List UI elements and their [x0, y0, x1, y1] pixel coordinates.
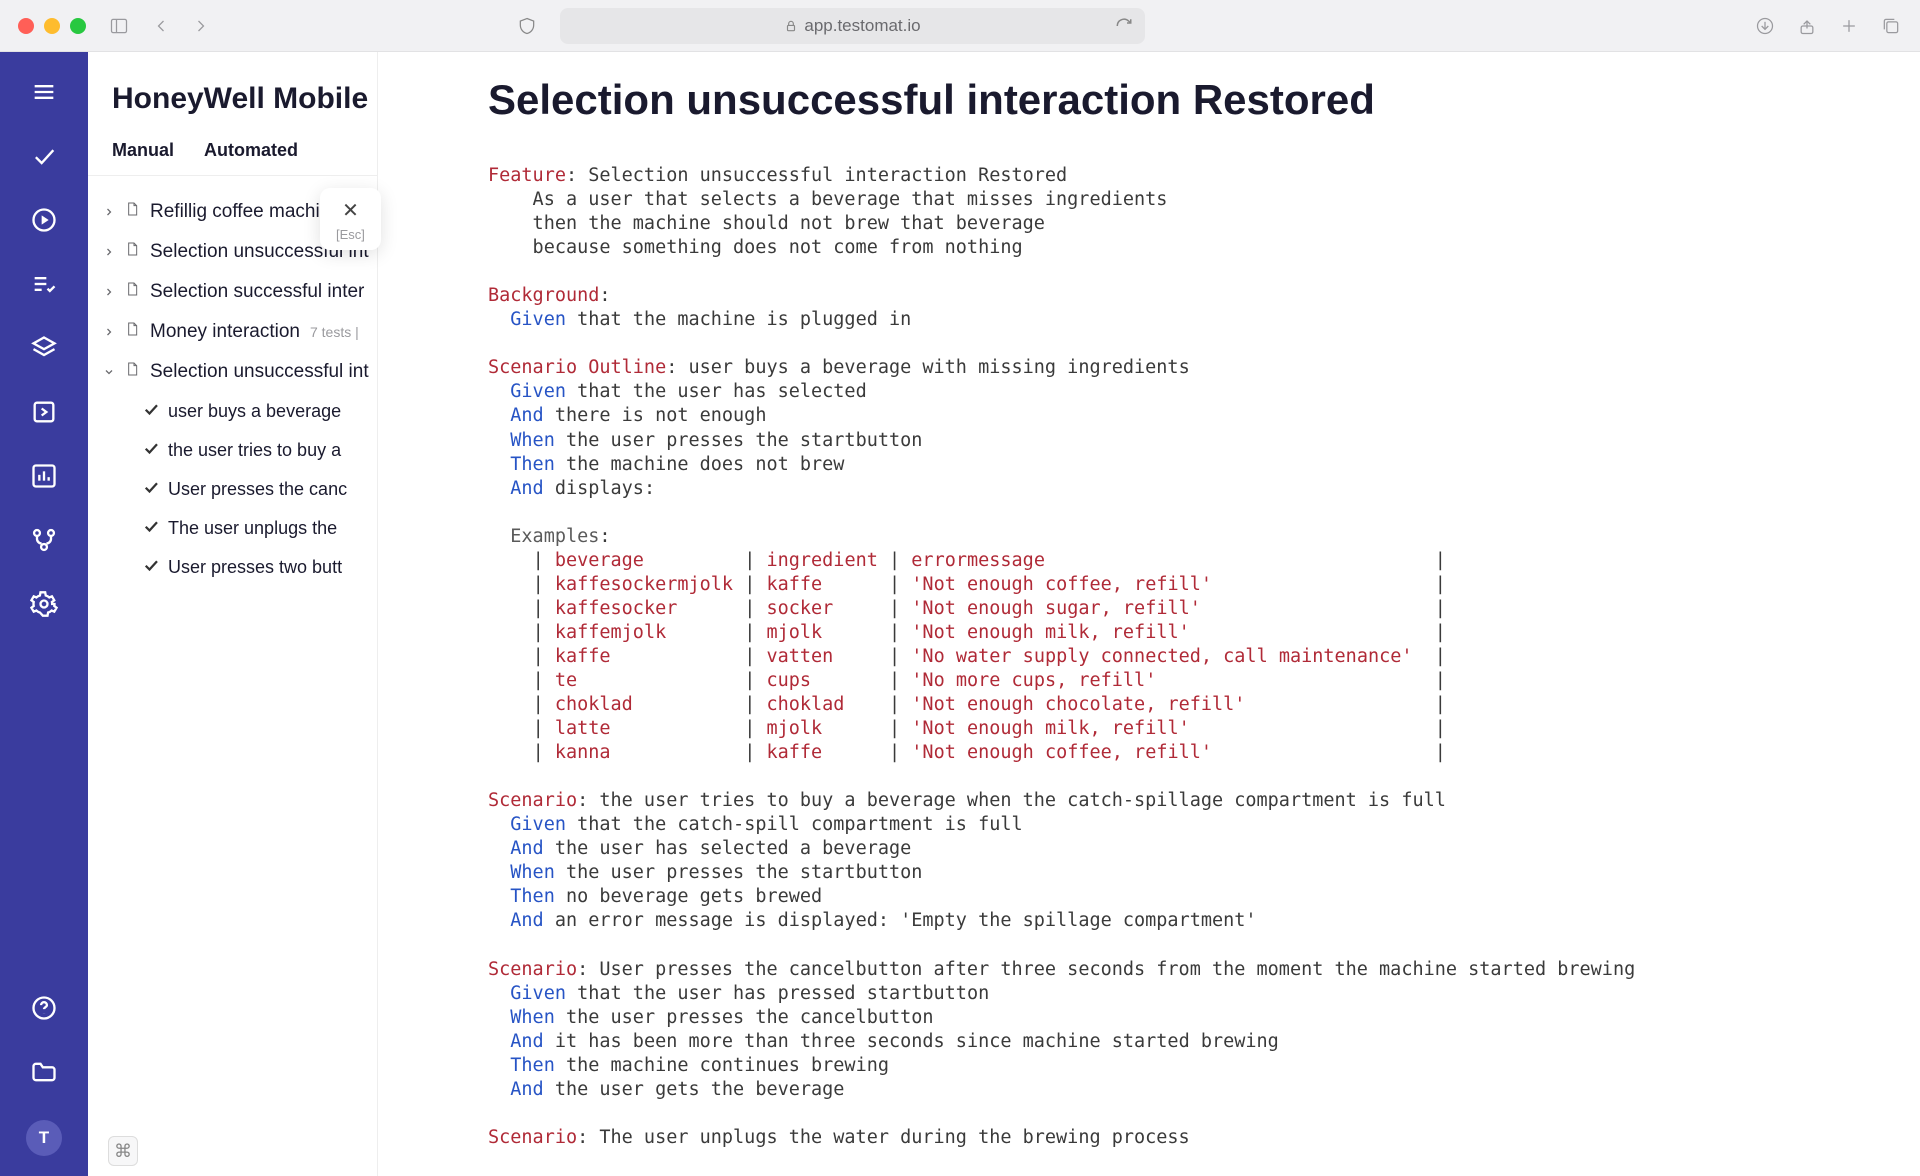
close-hint[interactable]: ✕ [Esc]: [320, 188, 381, 250]
suite-item-expanded[interactable]: Selection unsuccessful int: [102, 352, 377, 392]
play-icon[interactable]: [28, 204, 60, 236]
page-title: Selection unsuccessful interaction Resto…: [488, 76, 1920, 124]
menu-icon[interactable]: [28, 76, 60, 108]
minimize-window-icon[interactable]: [44, 18, 60, 34]
branch-icon[interactable]: [28, 524, 60, 556]
sidebar-toggle-icon[interactable]: [108, 15, 130, 37]
back-icon[interactable]: [150, 15, 172, 37]
suite-item[interactable]: Money interaction7 tests |: [102, 312, 377, 352]
command-key-icon[interactable]: ⌘: [108, 1136, 138, 1166]
test-item[interactable]: User presses the canc: [142, 470, 377, 509]
folder-icon[interactable]: [28, 1056, 60, 1088]
privacy-shield-icon[interactable]: [516, 15, 538, 37]
downloads-icon[interactable]: [1754, 15, 1776, 37]
address-text: app.testomat.io: [804, 16, 920, 36]
check-icon[interactable]: [28, 140, 60, 172]
list-check-icon[interactable]: [28, 268, 60, 300]
project-title: HoneyWell Mobile: [88, 52, 377, 130]
help-icon[interactable]: [28, 992, 60, 1024]
user-avatar[interactable]: T: [26, 1120, 62, 1156]
test-item[interactable]: User presses two butt: [142, 548, 377, 587]
import-icon[interactable]: [28, 396, 60, 428]
gherkin-source: Feature: Selection unsuccessful interact…: [488, 164, 1920, 1150]
forward-icon[interactable]: [190, 15, 212, 37]
lock-icon: [784, 19, 798, 33]
esc-label: [Esc]: [336, 227, 365, 242]
address-bar[interactable]: app.testomat.io: [560, 8, 1145, 44]
window-controls: [18, 18, 86, 34]
new-tab-icon[interactable]: [1838, 15, 1860, 37]
main-content: Selection unsuccessful interaction Resto…: [378, 52, 1920, 1176]
test-item[interactable]: user buys a beverage: [142, 392, 377, 431]
reload-icon[interactable]: [1115, 17, 1133, 35]
tabs-overview-icon[interactable]: [1880, 15, 1902, 37]
suite-item[interactable]: Selection successful inter: [102, 272, 377, 312]
share-icon[interactable]: [1796, 15, 1818, 37]
maximize-window-icon[interactable]: [70, 18, 86, 34]
nav-rail: T: [0, 52, 88, 1176]
settings-icon[interactable]: [28, 588, 60, 620]
layers-icon[interactable]: [28, 332, 60, 364]
test-item[interactable]: the user tries to buy a: [142, 431, 377, 470]
tab-automated[interactable]: Automated: [204, 140, 298, 175]
browser-titlebar: app.testomat.io: [0, 0, 1920, 52]
close-icon[interactable]: ✕: [342, 198, 359, 223]
close-window-icon[interactable]: [18, 18, 34, 34]
test-item[interactable]: The user unplugs the: [142, 509, 377, 548]
analytics-icon[interactable]: [28, 460, 60, 492]
tab-manual[interactable]: Manual: [112, 140, 174, 175]
